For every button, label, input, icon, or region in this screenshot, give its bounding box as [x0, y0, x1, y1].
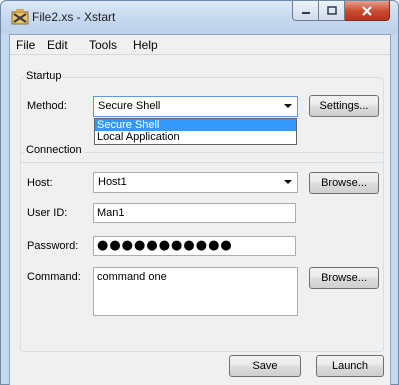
password-label: Password:	[27, 240, 79, 252]
window-controls	[292, 1, 390, 21]
host-browse-button[interactable]: Browse...	[309, 172, 379, 194]
window-title: File2.xs - Xstart	[32, 10, 116, 24]
host-select[interactable]: Host1	[93, 172, 298, 193]
host-label: Host:	[27, 177, 53, 189]
dropdown-option-local-application[interactable]: Local Application	[95, 131, 296, 143]
save-button[interactable]: Save	[229, 355, 301, 377]
command-textarea[interactable]: command one	[93, 267, 298, 316]
minimize-icon	[301, 11, 310, 14]
maximize-icon	[326, 6, 337, 15]
command-label: Command:	[27, 271, 81, 283]
launch-button[interactable]: Launch	[316, 355, 384, 377]
close-icon	[362, 5, 372, 16]
menu-tools[interactable]: Tools	[89, 38, 117, 52]
maximize-button[interactable]	[319, 1, 345, 21]
connection-group-label: Connection	[24, 144, 84, 156]
menu-help[interactable]: Help	[133, 38, 158, 52]
app-window: File2.xs - Xstart File Edit Tools Help S…	[0, 0, 399, 385]
method-select-value: Secure Shell	[98, 100, 161, 112]
chevron-down-icon	[284, 104, 292, 108]
password-input[interactable]: ●●●●●●●●●●●	[93, 236, 296, 256]
method-dropdown-list: Secure Shell Local Application	[94, 118, 297, 145]
client-area: File Edit Tools Help Startup Method: Sec…	[9, 34, 391, 385]
command-browse-button[interactable]: Browse...	[309, 267, 379, 289]
dropdown-option-secure-shell[interactable]: Secure Shell	[95, 119, 296, 131]
menu-file[interactable]: File	[16, 38, 35, 52]
startup-group-label: Startup	[24, 70, 64, 82]
method-label: Method:	[27, 100, 67, 112]
menu-edit[interactable]: Edit	[47, 38, 68, 52]
userid-label: User ID:	[27, 207, 68, 219]
minimize-button[interactable]	[292, 1, 319, 21]
settings-button[interactable]: Settings...	[309, 95, 379, 117]
menu-bar: File Edit Tools Help	[10, 35, 390, 55]
method-select[interactable]: Secure Shell	[93, 96, 298, 117]
title-bar[interactable]: File2.xs - Xstart	[1, 1, 398, 34]
chevron-down-icon	[284, 180, 292, 184]
host-select-value: Host1	[98, 176, 127, 188]
close-button[interactable]	[345, 1, 390, 21]
userid-input[interactable]: Man1	[93, 203, 296, 223]
xstart-app-icon	[11, 9, 29, 25]
